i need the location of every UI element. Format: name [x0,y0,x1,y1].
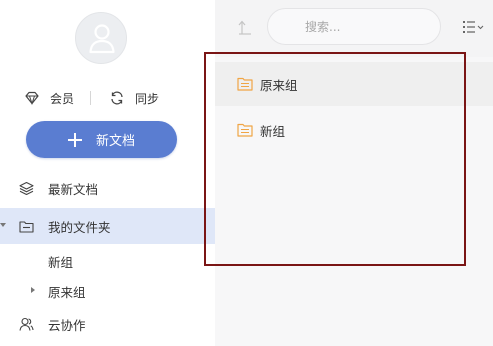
sync-button[interactable]: 同步 [109,90,159,107]
sidebar-subitem-label: 新组 [48,255,74,270]
list-view-icon[interactable] [462,19,484,35]
sidebar-subitem-original-group[interactable]: 原来组 [0,276,215,304]
caret-down-icon[interactable] [0,223,6,227]
up-level-icon[interactable] [237,18,253,36]
sidebar-item-recent[interactable]: 最新文档 [0,170,215,206]
layers-icon [19,181,34,196]
folder-icon [237,123,253,137]
user-icon [89,24,115,54]
toolbar: 搜索... [215,0,493,57]
quick-actions: 会员 同步 [24,88,159,108]
folder-icon [237,77,253,91]
diamond-icon [24,90,40,106]
new-document-label: 新文档 [95,134,135,149]
search-placeholder: 搜索... [305,20,341,34]
plus-icon [67,132,82,147]
sidebar-subitem-new-group[interactable]: 新组 [0,246,215,274]
search-input[interactable]: 搜索... [267,8,441,45]
main-panel: 搜索... 原来组 新组 [215,0,493,346]
sidebar-item-label: 我的文件夹 [48,219,111,235]
quick-divider [90,91,92,105]
sync-label: 同步 [135,91,160,106]
caret-right-icon[interactable] [31,287,35,293]
folder-icon [19,219,34,234]
sidebar-item-my-folder[interactable]: 我的文件夹 [0,208,215,244]
new-document-button[interactable]: 新文档 [26,121,177,158]
sidebar-item-label: 最新文档 [48,181,99,197]
folder-name: 原来组 [260,77,298,93]
avatar[interactable] [75,12,127,64]
list-item[interactable]: 原来组 [215,62,493,106]
sidebar-subitem-label: 原来组 [48,285,86,300]
member-button[interactable]: 会员 [24,90,74,107]
people-icon [19,317,34,332]
sync-icon [109,90,125,106]
list-item[interactable]: 新组 [215,108,493,152]
folder-name: 新组 [260,123,286,139]
sidebar-item-cloud[interactable]: 云协作 [0,306,215,342]
sidebar: 会员 同步 新文档 最新文档 我的文件夹 新组 原来组 云协作 [0,0,215,346]
sidebar-item-label: 云协作 [48,317,86,333]
member-label: 会员 [50,91,75,106]
